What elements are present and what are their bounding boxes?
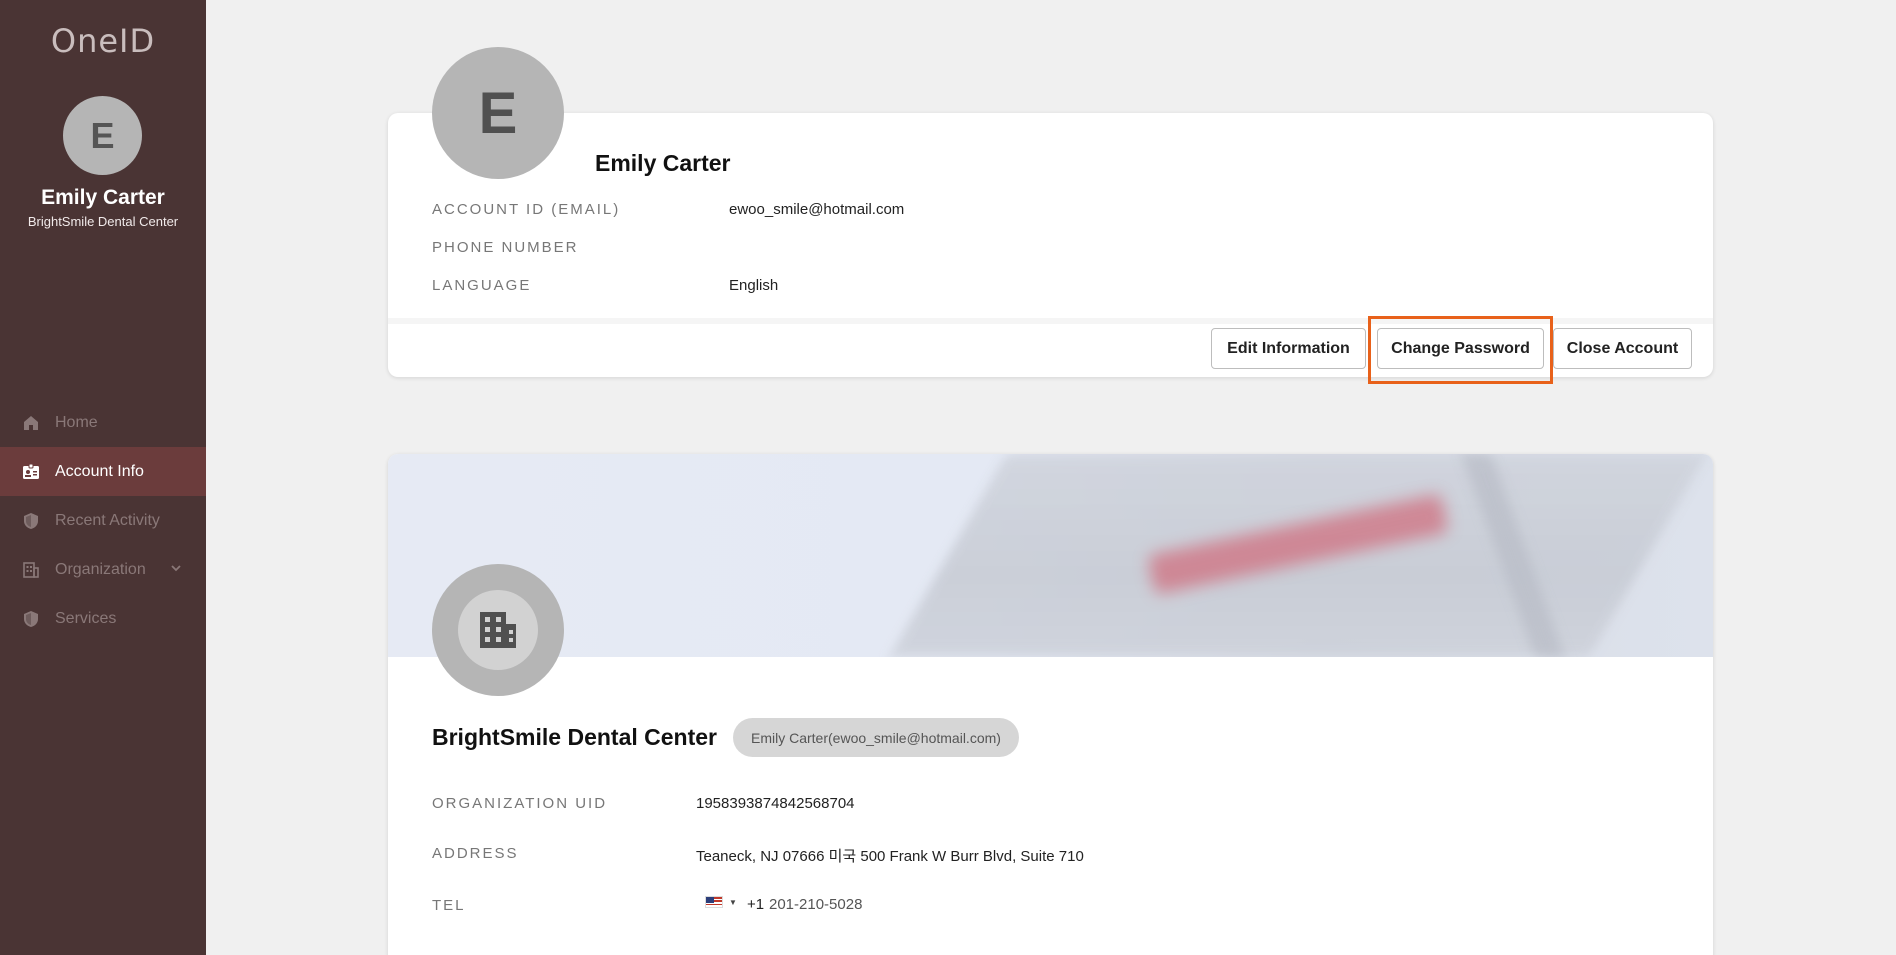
sidebar-item-label: Account Info: [55, 462, 144, 480]
profile-avatar: E: [432, 47, 564, 179]
org-uid-value: 1958393874842568704: [696, 795, 855, 812]
id-card-icon: [22, 463, 40, 481]
sidebar-item-label: Home: [55, 413, 98, 431]
sidebar-nav: Home Account Info Recent Activity Organi…: [0, 398, 206, 643]
sidebar-user-name: Emily Carter: [41, 186, 165, 209]
sidebar-item-label: Organization: [55, 560, 146, 578]
language-value: English: [729, 277, 779, 294]
profile-name: Emily Carter: [595, 150, 731, 176]
org-uid-label: ORGANIZATION UID: [432, 795, 608, 812]
email-value: ewoo_smile@hotmail.com: [729, 201, 905, 218]
shield-icon: [22, 610, 40, 628]
sidebar-avatar: E: [63, 96, 142, 175]
close-account-button[interactable]: Close Account: [1553, 328, 1692, 369]
country-code-select[interactable]: ▼: [705, 896, 737, 908]
sidebar-item-recent-activity[interactable]: Recent Activity: [0, 496, 206, 545]
building-icon: [480, 612, 516, 648]
caret-down-icon: ▼: [729, 897, 737, 907]
card-divider: [388, 318, 1713, 324]
building-icon: [22, 561, 40, 579]
sidebar-item-label: Recent Activity: [55, 511, 160, 529]
sidebar-item-label: Services: [55, 609, 117, 627]
sidebar-item-account-info[interactable]: Account Info: [0, 447, 206, 496]
language-label: LANGUAGE: [432, 277, 532, 294]
phone-label: PHONE NUMBER: [432, 239, 579, 256]
sidebar: OneID E Emily Carter BrightSmile Dental …: [0, 0, 206, 955]
org-address-label: ADDRESS: [432, 845, 519, 862]
us-flag-icon: [705, 896, 723, 908]
app-logo[interactable]: OneID: [0, 22, 206, 60]
organization-banner-image: [388, 454, 1713, 657]
sidebar-org-name: BrightSmile Dental Center: [27, 214, 179, 229]
shield-icon: [22, 512, 40, 530]
sidebar-item-home[interactable]: Home: [0, 398, 206, 447]
change-password-button[interactable]: Change Password: [1377, 328, 1544, 369]
edit-information-button[interactable]: Edit Information: [1211, 328, 1366, 369]
chevron-down-icon[interactable]: [170, 561, 182, 579]
organization-name: BrightSmile Dental Center: [432, 724, 717, 750]
org-address-value: Teaneck, NJ 07666 미국 500 Frank W Burr Bl…: [696, 848, 1084, 865]
sidebar-item-organization[interactable]: Organization: [0, 545, 206, 594]
tel-country-code: +1: [747, 896, 765, 913]
home-icon: [22, 414, 40, 432]
organization-card: ORGANIZATION UID 1958393874842568704 ADD…: [388, 454, 1713, 955]
tel-number: 201-210-5028: [769, 896, 863, 913]
email-label: ACCOUNT ID (EMAIL): [432, 201, 621, 218]
organization-avatar: [432, 564, 564, 696]
sidebar-item-services[interactable]: Services: [0, 594, 206, 643]
account-info-card: ACCOUNT ID (EMAIL) ewoo_smile@hotmail.co…: [388, 113, 1713, 377]
organization-owner-badge: Emily Carter(ewoo_smile@hotmail.com): [733, 718, 1019, 757]
org-tel-label: TEL: [432, 897, 466, 914]
